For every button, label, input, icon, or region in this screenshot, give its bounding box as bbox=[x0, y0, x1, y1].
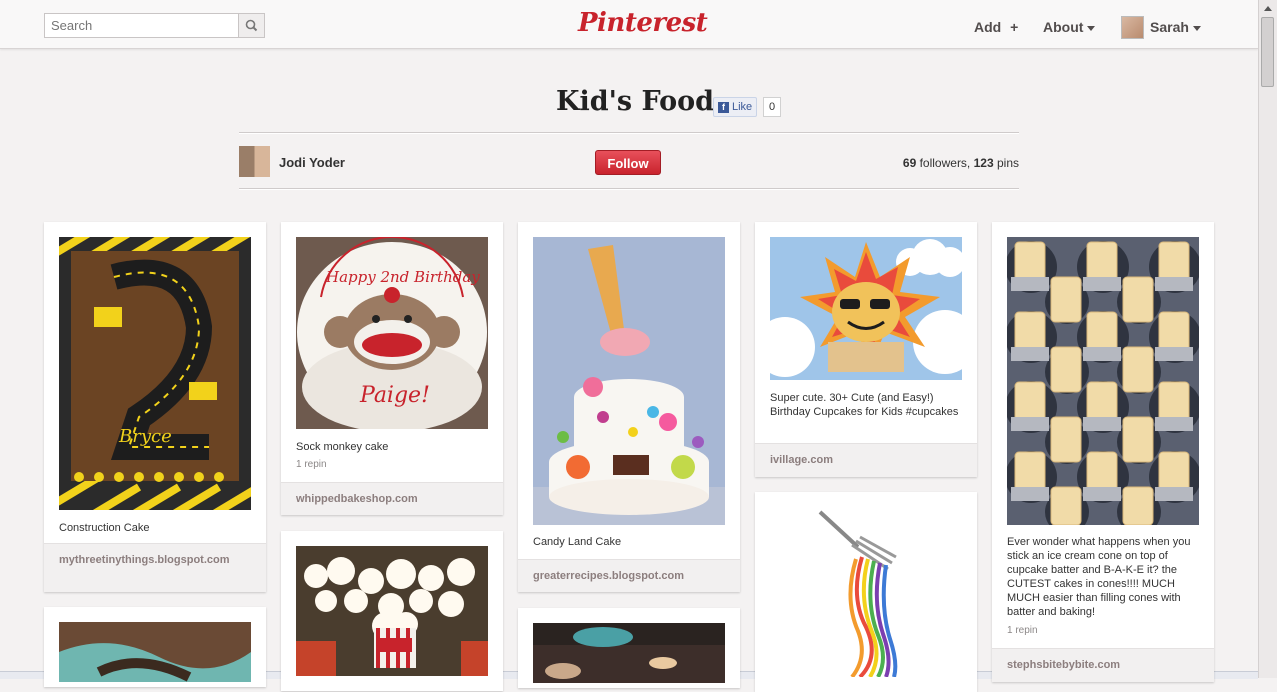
pin-card[interactable] bbox=[755, 492, 977, 692]
followers-count: 69 bbox=[902, 156, 917, 170]
about-label: About bbox=[1043, 19, 1084, 35]
facebook-like-button[interactable]: f Like bbox=[713, 97, 758, 117]
pin-image[interactable]: Bryce bbox=[59, 237, 251, 510]
chevron-down-icon bbox=[1087, 25, 1096, 31]
pin-source[interactable]: whippedbakeshop.com bbox=[281, 482, 503, 515]
pin-image[interactable] bbox=[59, 622, 251, 682]
pinterest-logo[interactable]: Pinterest bbox=[578, 8, 708, 38]
pin-image[interactable] bbox=[770, 237, 962, 380]
pins-label: pins bbox=[993, 156, 1019, 170]
user-name: Sarah bbox=[1150, 19, 1189, 35]
user-avatar[interactable] bbox=[1121, 16, 1144, 39]
divider bbox=[239, 132, 1019, 134]
pin-description: Super cute. 30+ Cute (and Easy!) Birthda… bbox=[770, 392, 959, 418]
vertical-scrollbar[interactable] bbox=[1258, 0, 1277, 678]
pin-image[interactable] bbox=[533, 237, 725, 525]
pin-card[interactable] bbox=[44, 607, 266, 687]
svg-text:Paige!: Paige! bbox=[359, 383, 430, 408]
pin-image[interactable] bbox=[296, 546, 488, 676]
pin-image[interactable] bbox=[1007, 237, 1199, 525]
followers-label: followers, bbox=[916, 156, 974, 170]
pin-image[interactable] bbox=[770, 507, 962, 677]
follow-button[interactable]: Follow bbox=[595, 150, 661, 175]
pin-repins: 1 repin bbox=[1007, 625, 1038, 636]
pin-source[interactable]: stephsbitebybite.com bbox=[992, 648, 1214, 682]
add-menu[interactable]: Add + bbox=[974, 19, 1018, 35]
pin-card[interactable]: Happy 2nd Birthday Paige! Sock monkey ca… bbox=[281, 222, 503, 515]
scrollbar-thumb[interactable] bbox=[1261, 17, 1274, 87]
plus-icon: + bbox=[1010, 19, 1019, 35]
pin-description: Sock monkey cake bbox=[296, 441, 389, 453]
pin-description: Ever wonder what happens when you stick … bbox=[1007, 536, 1191, 618]
board-title: Kid's Food bbox=[556, 86, 715, 117]
svg-text:Happy 2nd Birthday: Happy 2nd Birthday bbox=[325, 268, 480, 286]
pin-card[interactable]: Ever wonder what happens when you stick … bbox=[992, 222, 1214, 682]
search-icon bbox=[245, 19, 258, 32]
like-count: 0 bbox=[763, 97, 782, 117]
pin-repins: 1 repin bbox=[296, 459, 327, 470]
pin-card[interactable] bbox=[281, 531, 503, 691]
pin-card[interactable]: Candy Land Cake greaterrecipes.blogspot.… bbox=[518, 222, 740, 592]
pin-source[interactable]: greaterrecipes.blogspot.com bbox=[518, 559, 740, 592]
divider bbox=[239, 188, 1019, 190]
owner-avatar[interactable] bbox=[239, 146, 270, 177]
pin-image[interactable]: Happy 2nd Birthday Paige! bbox=[296, 237, 488, 429]
pin-source[interactable]: ivillage.com bbox=[755, 443, 977, 477]
search-input[interactable] bbox=[44, 13, 238, 38]
svg-text:Bryce: Bryce bbox=[118, 426, 172, 447]
like-label: Like bbox=[732, 101, 753, 113]
scroll-up-icon[interactable] bbox=[1264, 6, 1272, 11]
add-label: Add bbox=[974, 19, 1002, 35]
pin-card[interactable]: Bryce Construction Cake mythreetinything… bbox=[44, 222, 266, 592]
board-stats: 69 followers, 123 pins bbox=[903, 156, 1019, 170]
chevron-down-icon bbox=[1192, 25, 1201, 31]
pins-count: 123 bbox=[973, 156, 994, 170]
pin-description: Candy Land Cake bbox=[533, 536, 622, 548]
pin-card[interactable]: Super cute. 30+ Cute (and Easy!) Birthda… bbox=[755, 222, 977, 477]
pin-source[interactable]: mythreetinythings.blogspot.com bbox=[44, 543, 266, 592]
pin-description: Construction Cake bbox=[59, 522, 150, 534]
pin-card[interactable] bbox=[518, 608, 740, 688]
pin-image[interactable] bbox=[533, 623, 725, 683]
search-button[interactable] bbox=[238, 13, 265, 38]
user-menu[interactable]: Sarah bbox=[1150, 19, 1201, 35]
owner-name[interactable]: Jodi Yoder bbox=[279, 155, 345, 170]
about-menu[interactable]: About bbox=[1043, 19, 1096, 35]
facebook-icon: f bbox=[718, 102, 729, 113]
